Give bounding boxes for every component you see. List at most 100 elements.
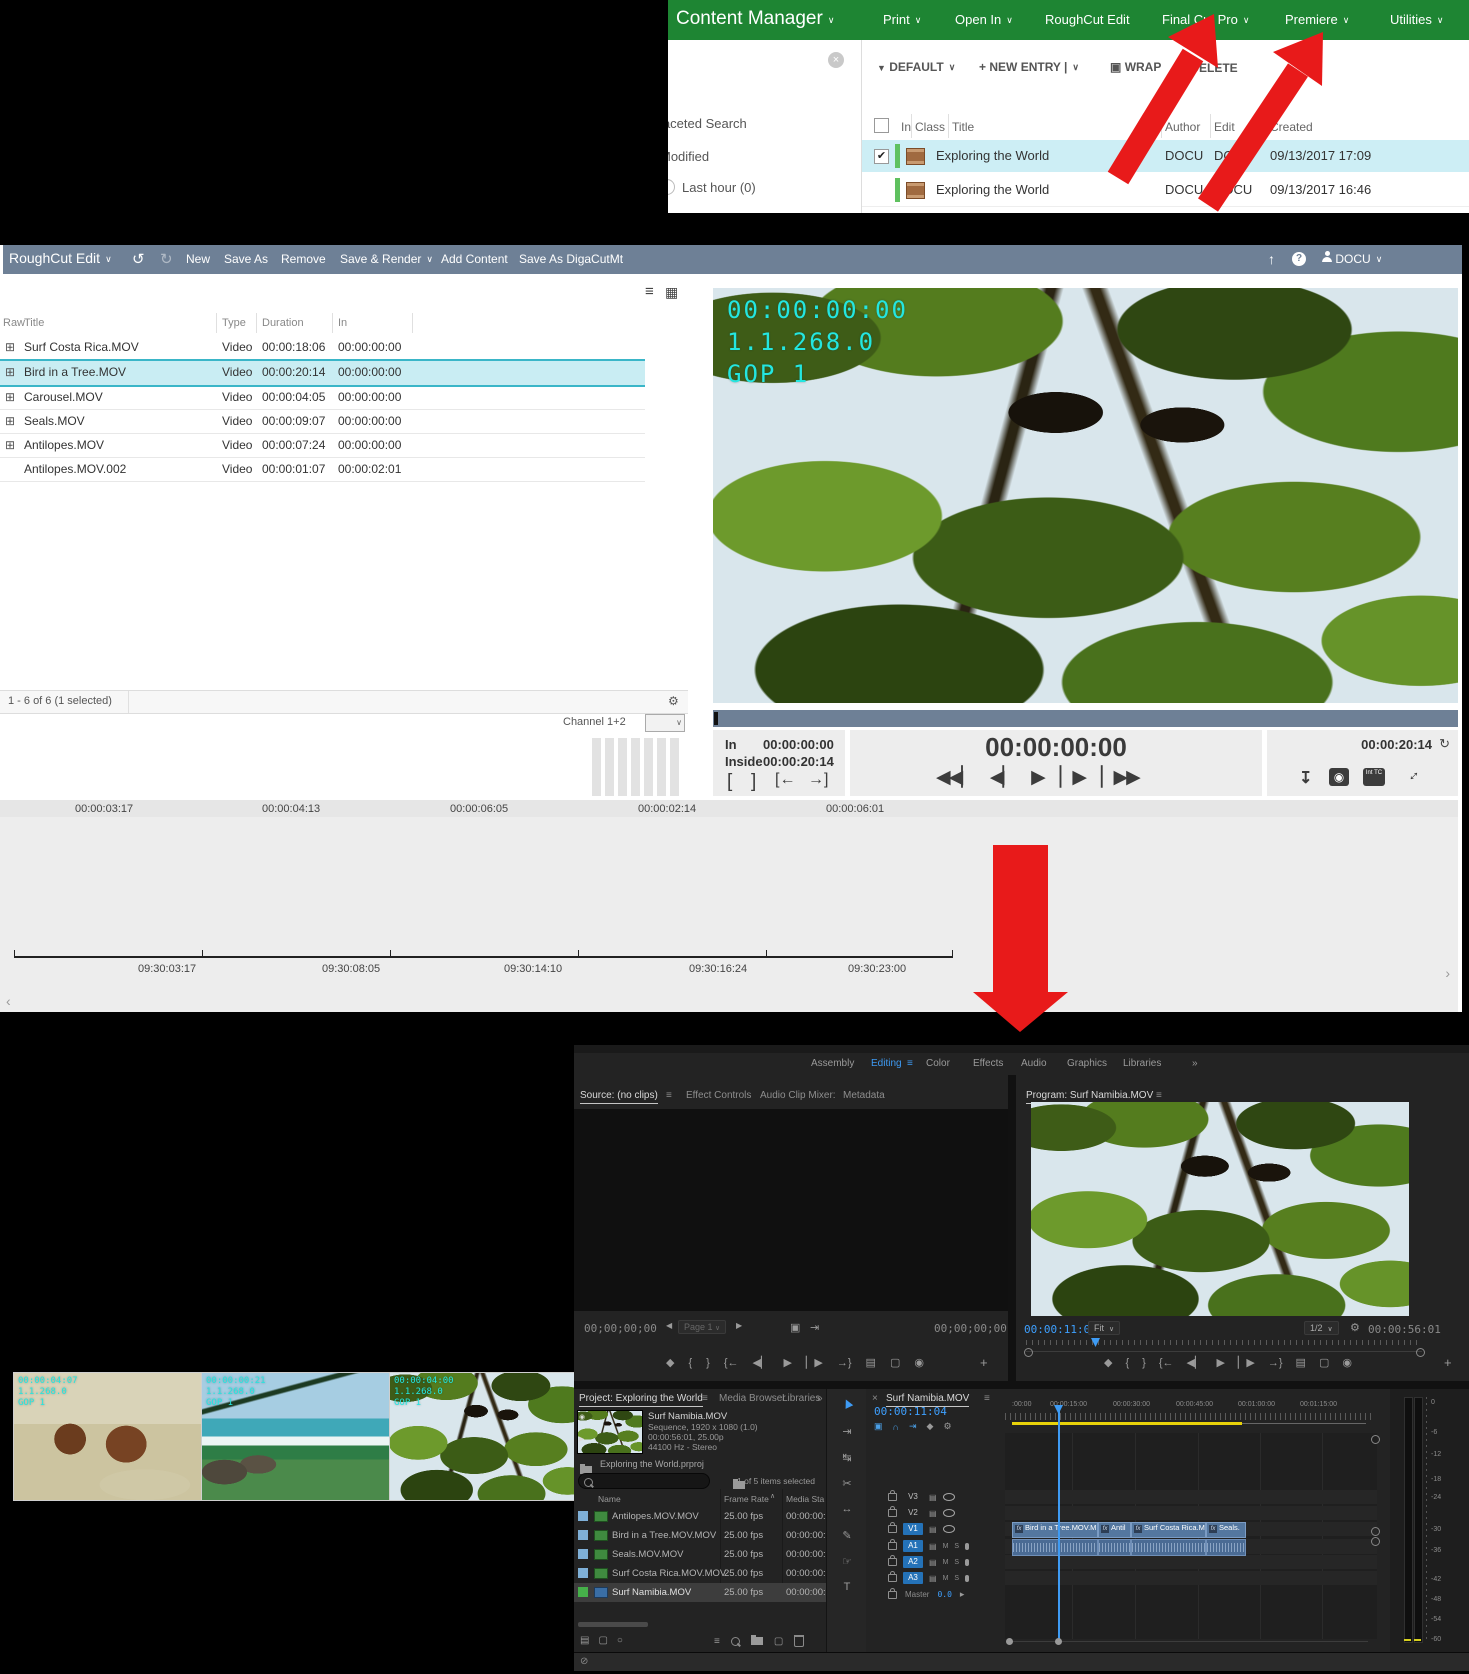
menu-premiere[interactable]: Premiere∨ bbox=[1285, 12, 1349, 27]
player-scrubber[interactable] bbox=[713, 710, 1458, 727]
project-row[interactable]: Surf Costa Rica.MOV.MOV 25.00 fps 00:00:… bbox=[574, 1564, 826, 1583]
video-clip[interactable]: fxSurf Costa Rica.M bbox=[1131, 1522, 1206, 1538]
ripple-edit-tool-icon[interactable]: ↹ bbox=[827, 1451, 867, 1464]
track-badge[interactable]: A2 bbox=[903, 1556, 923, 1568]
step-forward-icon[interactable]: ▏▶ bbox=[1238, 1356, 1255, 1369]
track-header-a1[interactable]: A1▤MS bbox=[888, 1539, 1008, 1553]
row-checkbox[interactable]: ✔ bbox=[874, 149, 889, 164]
play-icon[interactable]: ▶ bbox=[783, 1356, 791, 1369]
automate-icon[interactable]: ≡ bbox=[714, 1636, 720, 1647]
col-type[interactable]: Type bbox=[222, 317, 246, 329]
cm-filter-default-button[interactable]: ▼ DEFAULT∨ bbox=[877, 60, 955, 74]
col-title[interactable]: Title bbox=[24, 317, 44, 329]
menu-open-in[interactable]: Open In∨ bbox=[955, 12, 1013, 27]
mark-out-button[interactable]: ] bbox=[751, 771, 756, 793]
cm-app-title[interactable]: Content Manager∨ bbox=[676, 8, 834, 30]
new-bin-icon[interactable] bbox=[751, 1637, 763, 1645]
filter-modified-label[interactable]: Modified bbox=[668, 149, 709, 164]
marker-icon[interactable]: ◆ bbox=[1104, 1356, 1112, 1369]
menu-print[interactable]: Print∨ bbox=[883, 12, 921, 27]
track-area[interactable]: fxBird in a Tree.MOV.M fxAntil fxSurf Co… bbox=[1005, 1433, 1377, 1639]
export-frame-icon[interactable]: ◉ bbox=[914, 1356, 924, 1369]
scroll-handle[interactable] bbox=[1371, 1537, 1380, 1546]
lock-icon[interactable] bbox=[888, 1558, 897, 1566]
col-author[interactable]: Author bbox=[1165, 120, 1200, 134]
tab-project[interactable]: Project: Exploring the World bbox=[579, 1393, 703, 1407]
cm-wrap-button[interactable]: ▣ WRAP bbox=[1110, 60, 1161, 74]
keyframe-icon[interactable]: ▸ bbox=[960, 1589, 965, 1600]
project-row[interactable]: Antilopes.MOV.MOV 25.00 fps 00:00:00: bbox=[574, 1507, 826, 1526]
step-back-icon[interactable]: ◀▏ bbox=[1187, 1356, 1204, 1369]
play-icon[interactable]: ▶ bbox=[1031, 766, 1044, 789]
tab-media-browser[interactable]: Media Browser bbox=[719, 1393, 786, 1404]
tab-source[interactable]: Source: (no clips) bbox=[580, 1090, 658, 1104]
track-select-tool-icon[interactable]: ⇥ bbox=[827, 1425, 867, 1438]
scroll-right-icon[interactable]: › bbox=[1445, 965, 1450, 981]
mark-out-icon[interactable]: } bbox=[1142, 1357, 1146, 1369]
zoom-scroll-handle-left[interactable] bbox=[1006, 1638, 1013, 1645]
rc-app-title[interactable]: RoughCut Edit∨ bbox=[9, 250, 112, 266]
timeline-clip-antelopes[interactable]: 00:00:04:071.1.268.0GOP 1 bbox=[14, 1373, 201, 1500]
goto-out-icon[interactable]: →} bbox=[1268, 1357, 1283, 1369]
zoom-scroll-handle-right[interactable] bbox=[1055, 1638, 1062, 1645]
col-created[interactable]: Created bbox=[1270, 120, 1313, 134]
razor-tool-icon[interactable]: ✂ bbox=[827, 1477, 867, 1490]
col-class[interactable]: Class bbox=[915, 120, 945, 134]
new-item-icon[interactable]: ▢ bbox=[774, 1636, 783, 1647]
lock-icon[interactable] bbox=[888, 1525, 897, 1533]
project-row-selected[interactable]: Surf Namibia.MOV 25.00 fps 00:00:00: bbox=[574, 1583, 826, 1602]
goto-in-icon[interactable]: {← bbox=[724, 1357, 739, 1369]
button-editor-icon[interactable]: + bbox=[1444, 1355, 1452, 1370]
project-file-name[interactable]: Exploring the World.prproj bbox=[600, 1459, 704, 1469]
tab-libraries[interactable]: Libraries bbox=[1123, 1058, 1161, 1069]
h-scrollbar[interactable] bbox=[578, 1622, 648, 1627]
preview-thumbnail[interactable]: ◉ ▶ bbox=[578, 1411, 642, 1453]
source-patch-icon[interactable]: ▤ bbox=[929, 1542, 937, 1551]
step-back-icon[interactable]: ◀▏ bbox=[990, 766, 1015, 789]
video-clip[interactable]: fxAntil bbox=[1098, 1522, 1131, 1538]
eye-icon[interactable] bbox=[943, 1525, 955, 1533]
help-icon[interactable]: ? bbox=[1292, 252, 1306, 266]
master-track[interactable]: Master0.0▸ bbox=[888, 1589, 964, 1600]
track-badge[interactable]: A3 bbox=[903, 1572, 923, 1584]
panel-menu-icon[interactable]: ≡ bbox=[1156, 1090, 1162, 1101]
source-patch-icon[interactable]: ▤ bbox=[929, 1574, 937, 1583]
trash-icon[interactable] bbox=[794, 1635, 804, 1647]
tab-graphics[interactable]: Graphics bbox=[1067, 1058, 1107, 1069]
col-name[interactable]: Name bbox=[598, 1494, 621, 1504]
track-v3[interactable] bbox=[1005, 1490, 1377, 1504]
project-row[interactable]: Seals.MOV.MOV 25.00 fps 00:00:00: bbox=[574, 1545, 826, 1564]
audio-clip[interactable] bbox=[1131, 1539, 1206, 1556]
tab-metadata[interactable]: Metadata bbox=[843, 1090, 885, 1101]
list-view-icon[interactable]: ≡ bbox=[645, 283, 654, 300]
col-title[interactable]: Title bbox=[952, 120, 974, 134]
step-back-icon[interactable]: ◀▏ bbox=[753, 1356, 770, 1369]
audio-clip[interactable] bbox=[1012, 1539, 1098, 1556]
zoom-select[interactable]: 1/2 ∨ bbox=[1304, 1321, 1339, 1335]
col-raw[interactable]: Raw bbox=[3, 317, 25, 329]
label-color[interactable] bbox=[578, 1530, 588, 1540]
clip-row[interactable]: ⊞ Seals.MOV Video 00:00:09:07 00:00:00:0… bbox=[0, 409, 645, 434]
redo-icon[interactable]: ↻ bbox=[160, 250, 173, 268]
tab-color[interactable]: Color bbox=[926, 1058, 950, 1069]
lock-icon[interactable] bbox=[888, 1509, 897, 1517]
source-patch-icon[interactable]: ▤ bbox=[929, 1493, 937, 1502]
step-forward-icon[interactable]: ▏▶ bbox=[1060, 766, 1085, 789]
close-icon[interactable]: × bbox=[872, 1393, 878, 1404]
source-patch-icon[interactable]: ▤ bbox=[929, 1509, 937, 1518]
prev-page-icon[interactable]: ◀ bbox=[666, 1321, 672, 1330]
panel-menu-icon[interactable]: ≡ bbox=[984, 1393, 990, 1404]
clip-row[interactable]: ⊞ Surf Costa Rica.MOV Video 00:00:18:06 … bbox=[0, 335, 645, 360]
tab-assembly[interactable]: Assembly bbox=[811, 1058, 854, 1069]
audio-clip[interactable] bbox=[1098, 1539, 1131, 1556]
overwrite-icon[interactable]: ▢ bbox=[890, 1356, 900, 1369]
track-badge[interactable]: V3 bbox=[903, 1491, 923, 1503]
timeline-clip-surf[interactable]: 00:00:00:211.1.268.0GOP 1 bbox=[202, 1373, 389, 1500]
goto-in-icon[interactable]: {← bbox=[1159, 1357, 1174, 1369]
marker-icon[interactable]: ◆ bbox=[666, 1356, 674, 1369]
track-v2[interactable] bbox=[1005, 1506, 1377, 1520]
video-preview[interactable]: 00:00:00:00 1.1.268.0 GOP 1 bbox=[713, 288, 1458, 703]
upload-icon[interactable]: ↑ bbox=[1268, 251, 1275, 267]
linked-selection-icon[interactable]: ⇥ bbox=[909, 1421, 917, 1432]
col-in[interactable]: In bbox=[338, 317, 347, 329]
